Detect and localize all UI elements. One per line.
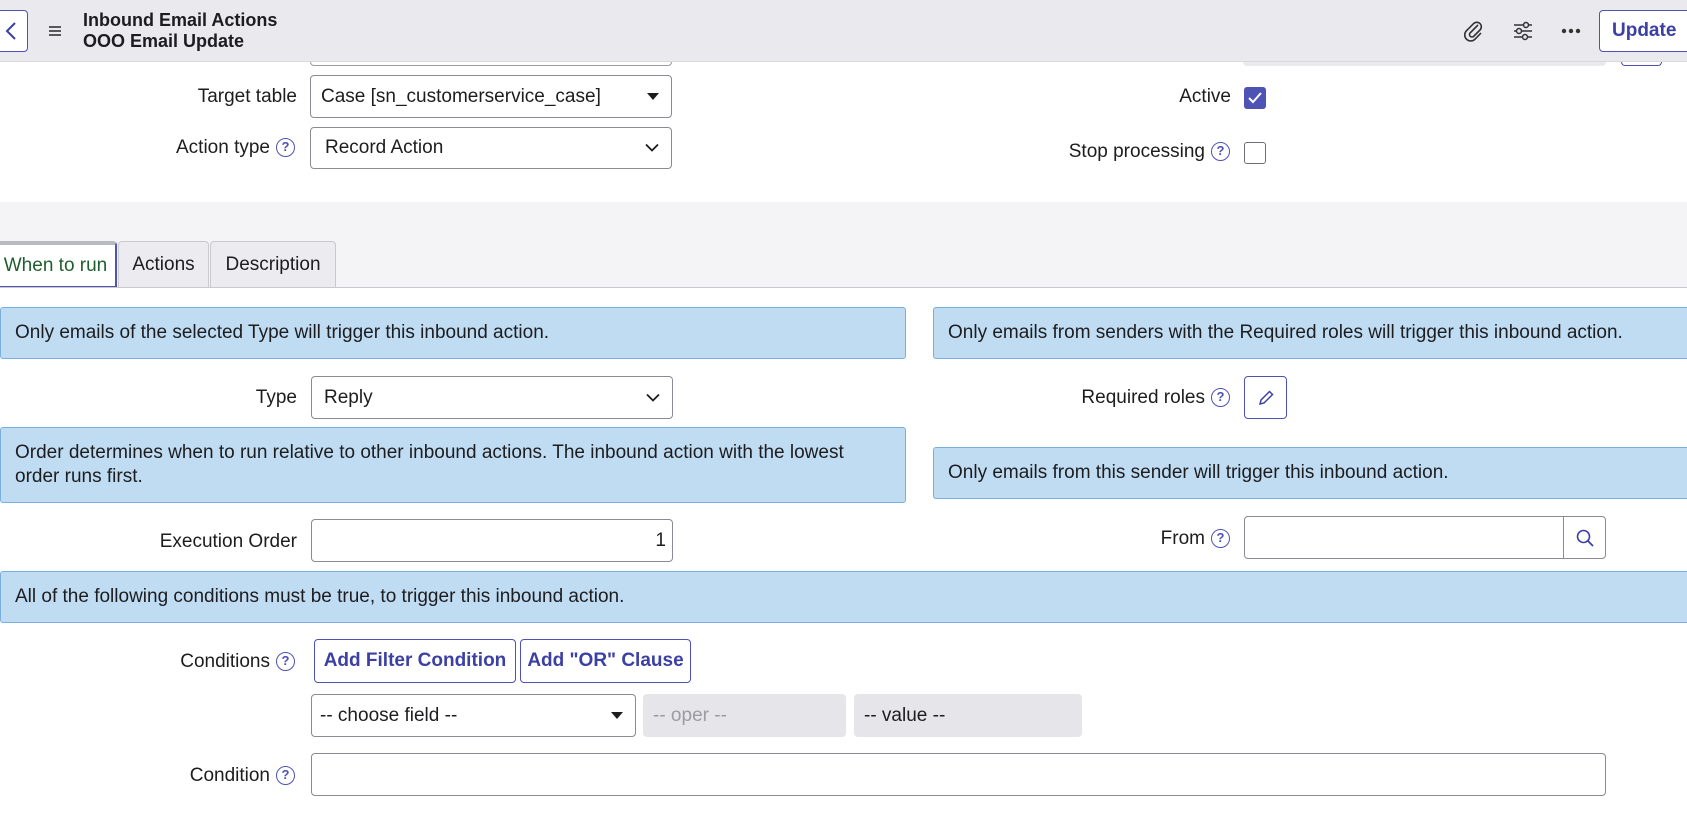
- tab-actions[interactable]: Actions: [118, 241, 209, 288]
- update-button[interactable]: Update: [1599, 10, 1687, 52]
- from-lookup-button[interactable]: [1563, 517, 1605, 558]
- type-value: Reply: [324, 386, 373, 408]
- required-roles-label: Required roles: [1081, 387, 1205, 408]
- page-title: Inbound Email Actions: [83, 10, 278, 30]
- from-input[interactable]: [1244, 516, 1606, 559]
- active-checkbox[interactable]: [1244, 87, 1266, 109]
- roles-info-message: Only emails from senders with the Requir…: [933, 307, 1687, 359]
- target-table-value: Case [sn_customerservice_case]: [321, 85, 601, 107]
- from-label: From: [1160, 528, 1205, 549]
- help-icon[interactable]: ?: [276, 652, 295, 671]
- help-icon[interactable]: ?: [1211, 142, 1230, 161]
- conditions-info-message: All of the following conditions must be …: [0, 571, 1687, 623]
- execution-order-value: 1: [655, 529, 666, 551]
- paperclip-icon[interactable]: [1459, 17, 1487, 45]
- help-icon[interactable]: ?: [276, 766, 295, 785]
- stop-processing-checkbox[interactable]: [1244, 142, 1266, 164]
- choose-field-value: -- choose field --: [320, 704, 458, 726]
- type-info-message: Only emails of the selected Type will tr…: [0, 307, 906, 359]
- condition-input[interactable]: [311, 753, 1606, 796]
- value-field: -- value --: [854, 694, 1082, 737]
- back-button[interactable]: [0, 10, 28, 52]
- help-icon[interactable]: ?: [276, 138, 295, 157]
- back-icon: [5, 22, 16, 40]
- target-table-select[interactable]: Case [sn_customerservice_case]: [310, 75, 672, 118]
- action-type-value: Record Action: [325, 137, 444, 158]
- more-options-icon[interactable]: [1557, 17, 1585, 45]
- condition-label: Condition: [189, 765, 270, 786]
- conditions-label: Conditions: [180, 651, 270, 672]
- target-table-label: Target table: [197, 86, 297, 107]
- type-select[interactable]: Reply: [311, 376, 673, 419]
- choose-field-select[interactable]: -- choose field --: [311, 694, 636, 737]
- hamburger-menu-icon[interactable]: [46, 22, 64, 40]
- execution-order-label: Execution Order: [159, 531, 297, 552]
- tab-divider: [0, 287, 1687, 288]
- order-info-message: Order determines when to run relative to…: [0, 427, 906, 503]
- active-label: Active: [1179, 86, 1231, 107]
- form-header: Inbound Email Actions OOO Email Update U…: [0, 0, 1687, 62]
- search-icon: [1576, 529, 1594, 547]
- action-type-select[interactable]: Record Action: [310, 127, 672, 169]
- record-subtitle: OOO Email Update: [83, 31, 245, 51]
- stop-processing-label: Stop processing: [1068, 141, 1205, 162]
- chevron-down-icon: [646, 393, 660, 402]
- operator-select: -- oper --: [643, 694, 846, 737]
- tab-when-to-run[interactable]: When to run: [0, 241, 117, 288]
- help-icon[interactable]: ?: [1211, 529, 1230, 548]
- edit-required-roles-button[interactable]: [1244, 376, 1287, 419]
- chevron-down-icon: [645, 143, 659, 152]
- help-icon[interactable]: ?: [1211, 388, 1230, 407]
- action-type-label: Action type: [176, 137, 270, 158]
- type-label: Type: [255, 387, 297, 408]
- add-filter-condition-button[interactable]: Add Filter Condition: [314, 639, 516, 683]
- add-or-clause-button[interactable]: Add "OR" Clause: [520, 639, 691, 683]
- settings-sliders-icon[interactable]: [1509, 17, 1537, 45]
- execution-order-input[interactable]: 1: [311, 519, 673, 562]
- tab-description[interactable]: Description: [210, 241, 336, 288]
- pencil-icon: [1258, 389, 1274, 405]
- sender-info-message: Only emails from this sender will trigge…: [933, 447, 1687, 499]
- checkmark-icon: [1248, 92, 1262, 104]
- dropdown-triangle-icon: [611, 711, 623, 719]
- dropdown-triangle-icon: [647, 92, 659, 100]
